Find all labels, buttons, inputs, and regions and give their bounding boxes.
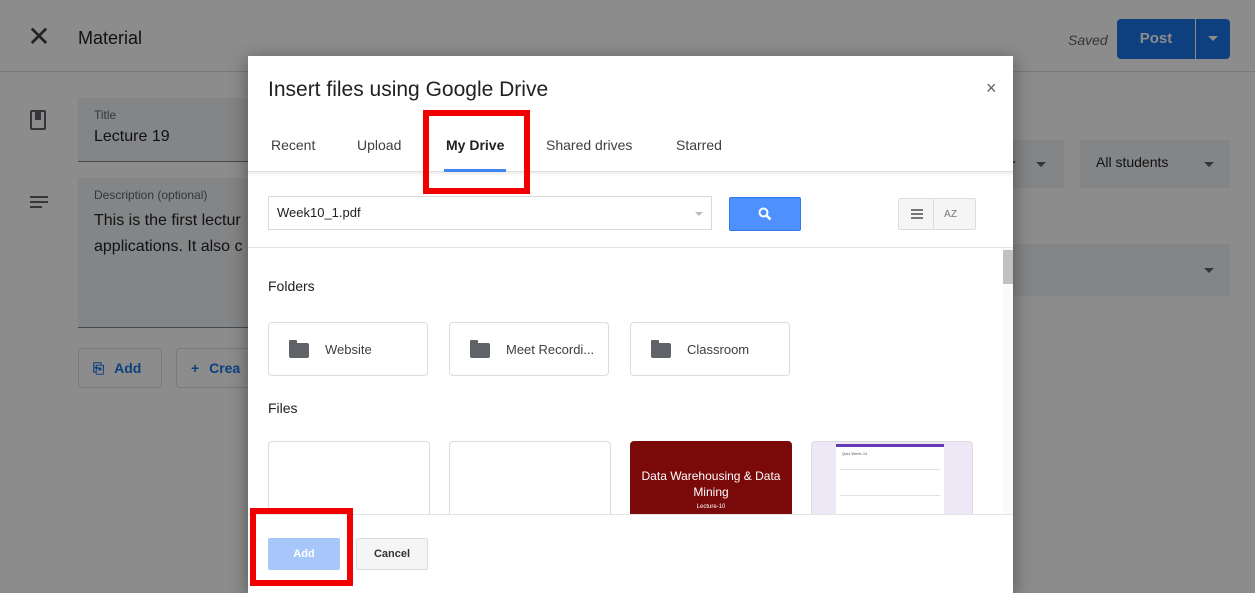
scrollbar-track[interactable] — [1003, 248, 1013, 514]
tab-starred[interactable]: Starred — [676, 137, 722, 153]
folder-meet-recordings[interactable]: Meet Recordi... — [449, 322, 609, 376]
tab-shared-drives[interactable]: Shared drives — [546, 137, 632, 153]
scrollbar-thumb[interactable] — [1003, 250, 1013, 284]
thumbnail-subtitle: Lecture-10 — [696, 504, 726, 510]
file-tile[interactable] — [268, 441, 430, 519]
search-icon — [758, 207, 772, 221]
divider — [248, 247, 1013, 248]
search-input[interactable] — [268, 196, 712, 230]
tab-recent[interactable]: Recent — [271, 137, 315, 153]
form-thumbnail-title: Quiz Week-14 — [842, 451, 868, 456]
dialog-title: Insert files using Google Drive — [268, 78, 549, 101]
folder-icon — [289, 340, 309, 358]
folder-name: Classroom — [687, 342, 750, 357]
folder-classroom[interactable]: Classroom — [630, 322, 790, 376]
close-icon[interactable]: × — [986, 78, 997, 99]
sort-az-icon: A Z — [944, 209, 957, 220]
chevron-down-icon[interactable] — [695, 212, 703, 216]
add-button[interactable]: Add — [268, 538, 340, 570]
folder-name: Meet Recordi... — [506, 342, 595, 357]
file-tile-presentation[interactable]: Data Warehousing & Data Mining Lecture-1… — [630, 441, 792, 519]
search-input-text[interactable] — [277, 205, 677, 220]
tab-my-drive[interactable]: My Drive — [446, 137, 504, 153]
file-tile[interactable] — [449, 441, 611, 519]
form-thumbnail: Quiz Week-14 — [836, 444, 944, 518]
sort-button[interactable]: A Z — [934, 198, 976, 230]
folders-heading: Folders — [268, 278, 315, 294]
search-button[interactable] — [729, 197, 801, 231]
folder-name: Website — [325, 342, 372, 357]
folder-icon — [470, 340, 490, 358]
file-tile-form[interactable]: Quiz Week-14 — [811, 441, 973, 519]
google-drive-picker-dialog: Insert files using Google Drive × Recent… — [248, 56, 1013, 593]
dialog-footer: Add Cancel — [248, 514, 1013, 593]
files-heading: Files — [268, 400, 298, 416]
tab-bar: Recent Upload My Drive Shared drives Sta… — [248, 128, 1013, 172]
thumbnail-title: Data Warehousing & Data Mining — [641, 469, 781, 499]
folder-icon — [651, 340, 671, 358]
folder-website[interactable]: Website — [268, 322, 428, 376]
active-tab-indicator — [444, 169, 506, 172]
cancel-button[interactable]: Cancel — [356, 538, 428, 570]
list-view-button[interactable] — [898, 198, 934, 230]
tab-upload[interactable]: Upload — [357, 137, 401, 153]
